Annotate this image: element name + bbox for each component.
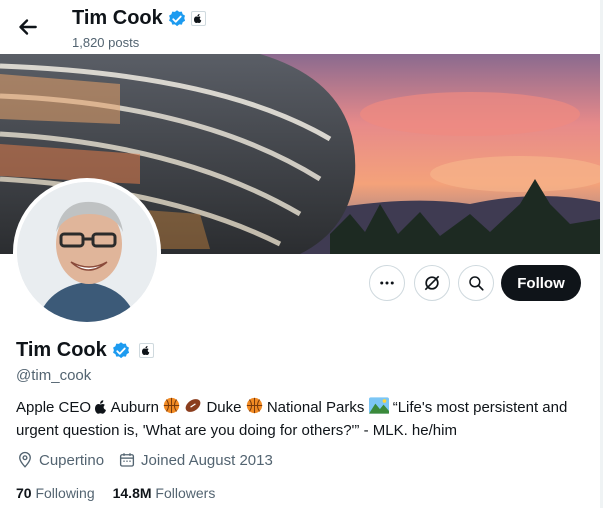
avatar[interactable]	[17, 182, 157, 322]
football-icon	[184, 397, 202, 420]
back-arrow-icon[interactable]	[14, 14, 40, 40]
post-count: 1,820 posts	[72, 35, 140, 50]
bio-text-2: Auburn	[110, 399, 159, 416]
join-date: Joined August 2013	[118, 451, 273, 469]
profile-meta: Cupertino Joined August 2013	[16, 451, 273, 469]
basketball-icon	[246, 397, 263, 420]
national-park-icon	[368, 397, 389, 420]
more-button[interactable]	[369, 265, 405, 301]
bio-text-3: Duke	[206, 399, 242, 416]
follow-stats: 70 Following 14.8M Followers	[16, 485, 215, 501]
grok-icon	[424, 275, 440, 291]
follow-button[interactable]: Follow	[501, 265, 581, 301]
grok-button[interactable]	[414, 265, 450, 301]
following-link[interactable]: 70 Following	[16, 485, 95, 501]
more-icon	[380, 281, 394, 285]
basketball-icon	[163, 397, 180, 420]
location-icon	[19, 451, 31, 468]
top-bar: Tim Cook 1,820 posts	[0, 0, 603, 54]
profile-name: Tim Cook	[16, 339, 107, 361]
calendar-icon	[119, 453, 135, 467]
profile-handle: @tim_cook	[16, 367, 92, 384]
join-date-text: Joined August 2013	[141, 451, 273, 469]
verified-badge-icon	[168, 9, 185, 26]
apple-logo-icon	[95, 399, 107, 420]
following-label: Following	[35, 485, 95, 501]
location: Cupertino	[16, 451, 104, 469]
search-button[interactable]	[458, 265, 494, 301]
followers-link[interactable]: 14.8M Followers	[113, 485, 216, 501]
search-icon	[469, 276, 484, 291]
verified-badge-icon[interactable]	[111, 341, 131, 361]
followers-count: 14.8M	[112, 485, 152, 501]
bio-text-4: National Parks	[266, 399, 365, 416]
apple-affiliate-icon[interactable]	[190, 11, 206, 26]
header-title-row: Tim Cook	[72, 7, 206, 30]
location-text: Cupertino	[39, 451, 105, 469]
bio-text-1: Apple CEO	[16, 399, 92, 416]
header-title: Tim Cook	[72, 7, 163, 29]
followers-label: Followers	[155, 485, 216, 501]
apple-affiliate-icon[interactable]	[138, 343, 154, 358]
profile-bio: Apple CEO Auburn Duke National Parks “Li…	[16, 397, 586, 441]
profile-name-row: Tim Cook	[16, 339, 154, 362]
following-count: 70	[16, 485, 32, 501]
